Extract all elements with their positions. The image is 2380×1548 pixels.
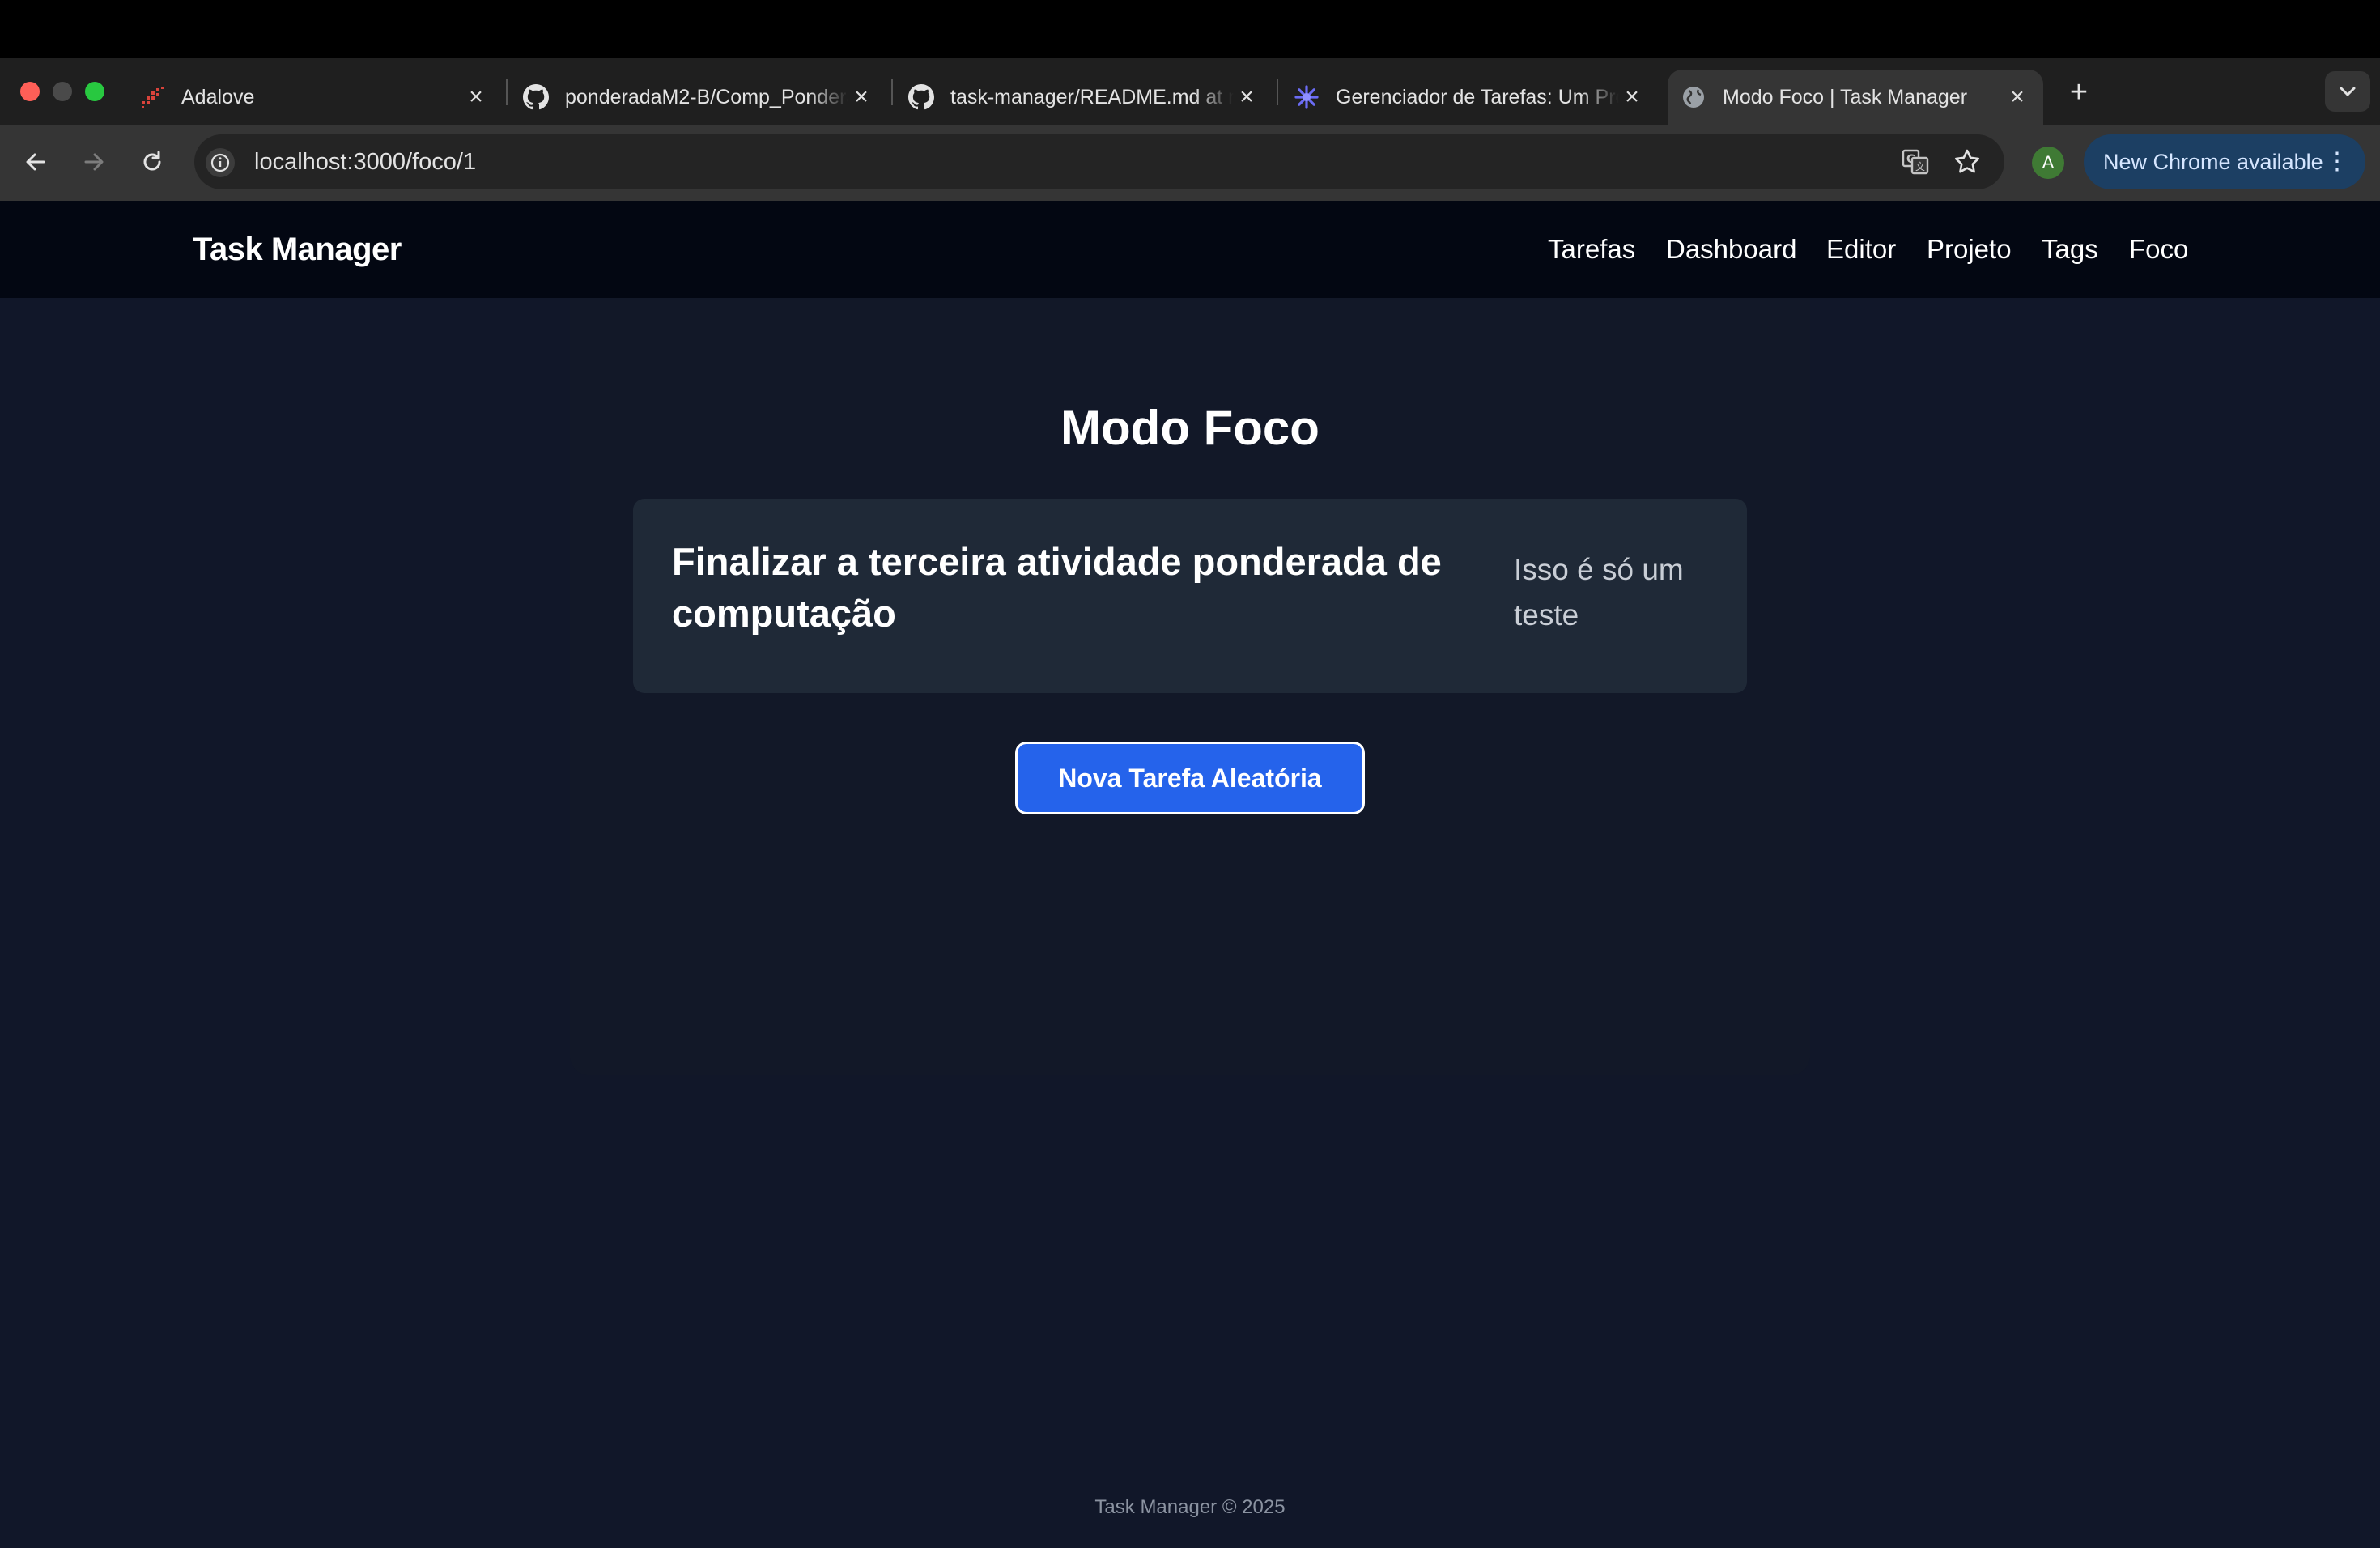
- close-tab-icon[interactable]: ×: [848, 84, 874, 110]
- browser-tab-modo-foco[interactable]: Modo Foco | Task Manager ×: [1668, 70, 2043, 125]
- close-window-button[interactable]: [20, 82, 40, 101]
- plus-icon[interactable]: +: [2061, 74, 2097, 110]
- minimize-window-button[interactable]: [53, 82, 72, 101]
- tab-title: Adalove: [181, 85, 255, 108]
- close-tab-icon[interactable]: ×: [1619, 84, 1645, 110]
- nav-link-tarefas[interactable]: Tarefas: [1548, 230, 1635, 269]
- sparkle-icon: [1294, 84, 1320, 110]
- nav-link-dashboard[interactable]: Dashboard: [1666, 230, 1796, 269]
- nav-link-editor[interactable]: Editor: [1826, 230, 1896, 269]
- reload-icon[interactable]: [134, 144, 170, 180]
- back-icon[interactable]: [18, 144, 53, 180]
- close-tab-icon[interactable]: ×: [1234, 84, 1260, 110]
- profile-avatar[interactable]: A: [2032, 147, 2064, 179]
- forward-icon[interactable]: [76, 144, 112, 180]
- new-chrome-available-button[interactable]: New Chrome available ⋮: [2084, 134, 2365, 189]
- task-card: Finalizar a terceira atividade ponderada…: [633, 499, 1747, 693]
- nav-link-tags[interactable]: Tags: [2042, 230, 2098, 269]
- browser-tab-gerenciador[interactable]: Gerenciador de Tarefas: Um Projeto ×: [1286, 70, 1658, 125]
- tab-title: Gerenciador de Tarefas: Um Projeto: [1336, 85, 1619, 108]
- site-navbar: Task Manager Tarefas Dashboard Editor Pr…: [0, 201, 2380, 298]
- browser-tab-github-ponderada[interactable]: ponderadaM2-B/Comp_Ponderada ×: [515, 70, 887, 125]
- globe-icon: [1681, 84, 1706, 110]
- tab-separator: [1277, 79, 1278, 105]
- svg-text:文: 文: [1915, 160, 1925, 172]
- update-label: New Chrome available: [2103, 149, 2323, 174]
- tab-title: Modo Foco | Task Manager: [1723, 85, 1968, 108]
- random-task-button[interactable]: Nova Tarefa Aleatória: [1015, 742, 1365, 814]
- task-title: Finalizar a terceira atividade ponderada…: [672, 540, 1442, 635]
- footer-text: Task Manager © 2025: [1094, 1496, 1286, 1518]
- brand-link[interactable]: Task Manager: [193, 230, 402, 269]
- nav-link-foco[interactable]: Foco: [2129, 230, 2188, 269]
- tab-search-button[interactable]: [2325, 71, 2370, 112]
- close-tab-icon[interactable]: ×: [463, 84, 489, 110]
- nav-link-projeto[interactable]: Projeto: [1927, 230, 2012, 269]
- github-icon: [908, 84, 934, 110]
- bookmark-star-icon[interactable]: [1951, 146, 1983, 178]
- site-info-icon[interactable]: [206, 148, 235, 177]
- tab-separator: [891, 79, 893, 105]
- adalove-icon: [139, 84, 165, 110]
- tab-separator: [506, 79, 508, 105]
- url-text[interactable]: localhost:3000/foco/1: [254, 147, 476, 176]
- translate-icon[interactable]: G 文: [1899, 146, 1932, 178]
- tab-title: task-manager/README.md at main: [950, 85, 1234, 108]
- browser-tab-github-readme[interactable]: task-manager/README.md at main ×: [900, 70, 1273, 125]
- vertical-dots-icon: ⋮: [2325, 148, 2349, 175]
- browser-tab-adalove[interactable]: Adalove ×: [130, 70, 502, 125]
- tab-title: ponderadaM2-B/Comp_Ponderada: [565, 85, 848, 108]
- task-description: Isso é só um teste: [1514, 553, 1684, 632]
- page-title: Modo Foco: [1060, 401, 1320, 455]
- zoom-window-button[interactable]: [85, 82, 104, 101]
- chevron-down-icon: [2340, 87, 2356, 97]
- github-icon: [523, 84, 549, 110]
- page-viewport: Task Manager Tarefas Dashboard Editor Pr…: [0, 201, 2380, 1548]
- close-tab-icon[interactable]: ×: [2004, 84, 2030, 110]
- menubar-strip: [0, 0, 2380, 58]
